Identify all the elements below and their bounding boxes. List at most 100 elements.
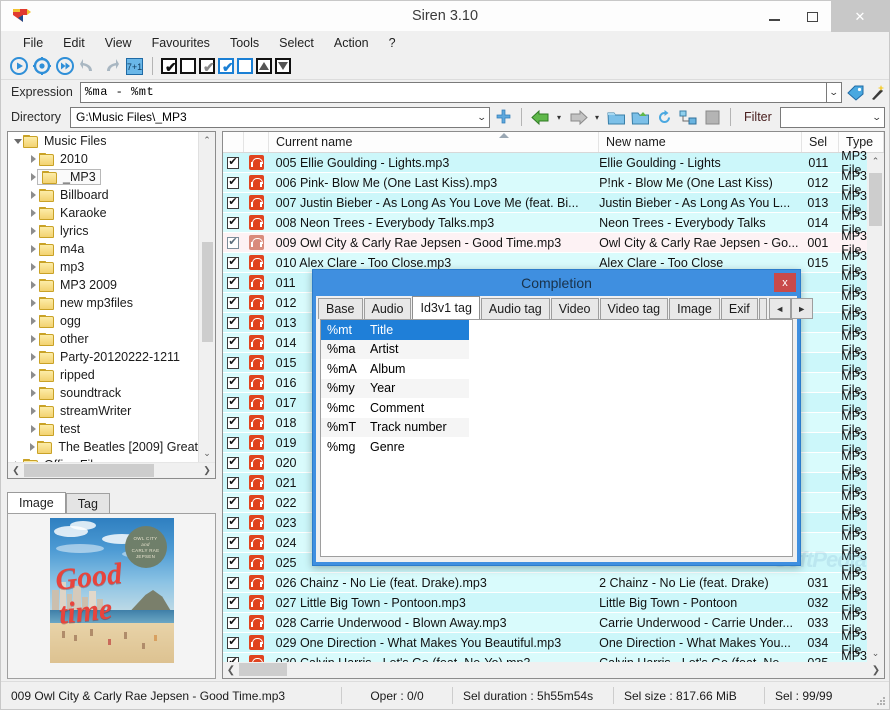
invert-check-icon[interactable]: ✔ <box>199 58 215 75</box>
expression-dropdown-button[interactable]: ⌄ <box>826 81 842 103</box>
tree-item-soundtrack[interactable]: soundtrack <box>8 384 198 402</box>
scroll-up-icon[interactable]: ⌃ <box>867 153 884 170</box>
close-button[interactable]: ✕ <box>831 1 889 32</box>
scroll-left-icon[interactable]: ❮ <box>8 465 24 476</box>
row-checkbox[interactable] <box>223 375 244 389</box>
expand-arrow-icon[interactable] <box>28 263 39 271</box>
expand-arrow-icon[interactable] <box>28 317 39 325</box>
menu-item-view[interactable]: View <box>95 34 142 52</box>
expand-arrow-icon[interactable] <box>28 443 37 451</box>
tab-scroll-right-icon[interactable]: ► <box>790 298 813 319</box>
directory-tree[interactable]: Music Files 2010 _MP3 Billboard Karaoke lyric… <box>7 131 216 479</box>
back-arrow-icon[interactable] <box>529 106 551 128</box>
table-row[interactable]: 006 Pink- Blow Me (One Last Kiss).mp3 P!n… <box>223 169 867 197</box>
filter-select[interactable]: ⌄ <box>779 106 885 128</box>
expand-arrow-icon[interactable] <box>28 299 39 307</box>
scroll-left-icon[interactable]: ❮ <box>223 665 239 676</box>
row-checkbox[interactable] <box>223 335 244 349</box>
tree-vertical-scrollbar[interactable]: ⌃ ⌄ <box>198 132 215 462</box>
move-up-icon[interactable] <box>256 58 272 74</box>
dialog-tab-video[interactable]: Video <box>550 298 599 319</box>
scroll-down-icon[interactable]: ⌄ <box>199 445 215 462</box>
resize-grip[interactable] <box>875 695 885 705</box>
scrollbar-track[interactable] <box>239 662 868 678</box>
collapse-arrow-icon[interactable] <box>12 138 23 144</box>
table-row[interactable]: 026 Chainz - No Lie (feat. Drake).mp3 2 C… <box>223 569 867 597</box>
dialog-tab-base[interactable]: Base <box>318 298 363 319</box>
row-checkbox[interactable] <box>223 155 244 169</box>
expand-arrow-icon[interactable] <box>28 371 39 379</box>
table-row[interactable]: 027 Little Big Town - Pontoon.mp3 Little … <box>223 589 867 617</box>
tree-item-other[interactable]: other <box>8 330 198 348</box>
stop-icon[interactable] <box>701 106 723 128</box>
row-checkbox[interactable] <box>223 555 244 569</box>
tab-tag[interactable]: Tag <box>65 493 110 513</box>
row-checkbox[interactable] <box>223 575 244 589</box>
row-checkbox[interactable] <box>223 255 244 269</box>
row-checkbox[interactable] <box>223 175 244 189</box>
scrollbar-thumb[interactable] <box>202 242 213 342</box>
tree-item-ogg[interactable]: ogg <box>8 312 198 330</box>
tree-item-new-mp3files[interactable]: new mp3files <box>8 294 198 312</box>
fast-forward-icon[interactable] <box>55 56 75 76</box>
row-checkbox[interactable] <box>223 635 244 649</box>
tree-item-the-beatles-2009-great[interactable]: The Beatles [2009] Great <box>8 438 198 456</box>
tree-item-mp3[interactable]: _MP3 <box>8 168 198 186</box>
scroll-right-icon[interactable]: ❯ <box>199 465 215 476</box>
refresh-icon[interactable] <box>653 106 675 128</box>
tab-image[interactable]: Image <box>7 492 66 513</box>
expand-arrow-icon[interactable] <box>28 425 39 433</box>
row-checkbox[interactable] <box>223 615 244 629</box>
row-checkbox[interactable] <box>223 515 244 529</box>
tree-item-music-files[interactable]: Music Files <box>8 132 198 150</box>
magic-wand-icon[interactable] <box>869 82 889 102</box>
completion-item[interactable]: %mt Title <box>321 320 469 340</box>
move-down-icon[interactable] <box>275 58 291 74</box>
menu-item-select[interactable]: Select <box>269 34 324 52</box>
tag-icon[interactable] <box>846 82 866 102</box>
row-checkbox[interactable] <box>223 355 244 369</box>
minimize-button[interactable] <box>755 1 793 32</box>
row-checkbox[interactable] <box>223 435 244 449</box>
expand-arrow-icon[interactable] <box>28 335 39 343</box>
list-horizontal-scrollbar[interactable]: ❮ ❯ <box>223 662 884 678</box>
row-checkbox[interactable] <box>223 535 244 549</box>
expand-arrow-icon[interactable] <box>28 389 39 397</box>
header-checkbox-column[interactable] <box>223 132 244 152</box>
dialog-close-button[interactable]: x <box>774 273 796 292</box>
tree-item-m4a[interactable]: m4a <box>8 240 198 258</box>
dialog-tab-audio[interactable]: Audio <box>363 298 412 319</box>
row-checkbox[interactable] <box>223 315 244 329</box>
dialog-tab-exif[interactable]: Exif <box>720 298 758 319</box>
table-row[interactable]: 028 Carrie Underwood - Blown Away.mp3 Car… <box>223 609 867 637</box>
tree-item-2010[interactable]: 2010 <box>8 150 198 168</box>
dialog-tab-image[interactable]: Image <box>669 298 720 319</box>
add-icon[interactable] <box>492 106 514 128</box>
table-row[interactable]: 009 Owl City & Carly Rae Jepsen - Good T… <box>223 229 867 257</box>
expand-arrow-icon[interactable] <box>28 407 39 415</box>
row-checkbox[interactable] <box>223 495 244 509</box>
row-checkbox[interactable] <box>223 395 244 409</box>
completion-item[interactable]: %ma Artist <box>321 339 469 359</box>
row-checkbox[interactable] <box>223 595 244 609</box>
chevron-down-icon[interactable]: ⌄ <box>477 112 487 123</box>
tree-item-mp3[interactable]: mp3 <box>8 258 198 276</box>
redo-icon[interactable] <box>101 56 121 76</box>
tree-item-mp3-2009[interactable]: MP3 2009 <box>8 276 198 294</box>
expand-arrow-icon[interactable] <box>28 281 39 289</box>
menu-item-tools[interactable]: Tools <box>220 34 269 52</box>
open-folder-icon[interactable] <box>605 106 627 128</box>
dialog-tab-video-tag[interactable]: Video tag <box>599 298 669 319</box>
forward-dropdown-icon[interactable]: ▾ <box>591 113 603 122</box>
menu-item-file[interactable]: File <box>13 34 53 52</box>
play-icon[interactable] <box>9 56 29 76</box>
tree-item-test[interactable]: test <box>8 420 198 438</box>
row-checkbox[interactable] <box>223 195 244 209</box>
list-vertical-scrollbar[interactable]: ⌃ ⌄ <box>867 153 884 662</box>
row-checkbox[interactable] <box>223 295 244 309</box>
tree-item-karaoke[interactable]: Karaoke <box>8 204 198 222</box>
dialog-tab-audio-tag[interactable]: Audio tag <box>480 298 550 319</box>
scrollbar-thumb[interactable] <box>869 173 882 226</box>
uncheck-blue-icon[interactable] <box>237 58 253 74</box>
row-checkbox[interactable] <box>223 215 244 229</box>
